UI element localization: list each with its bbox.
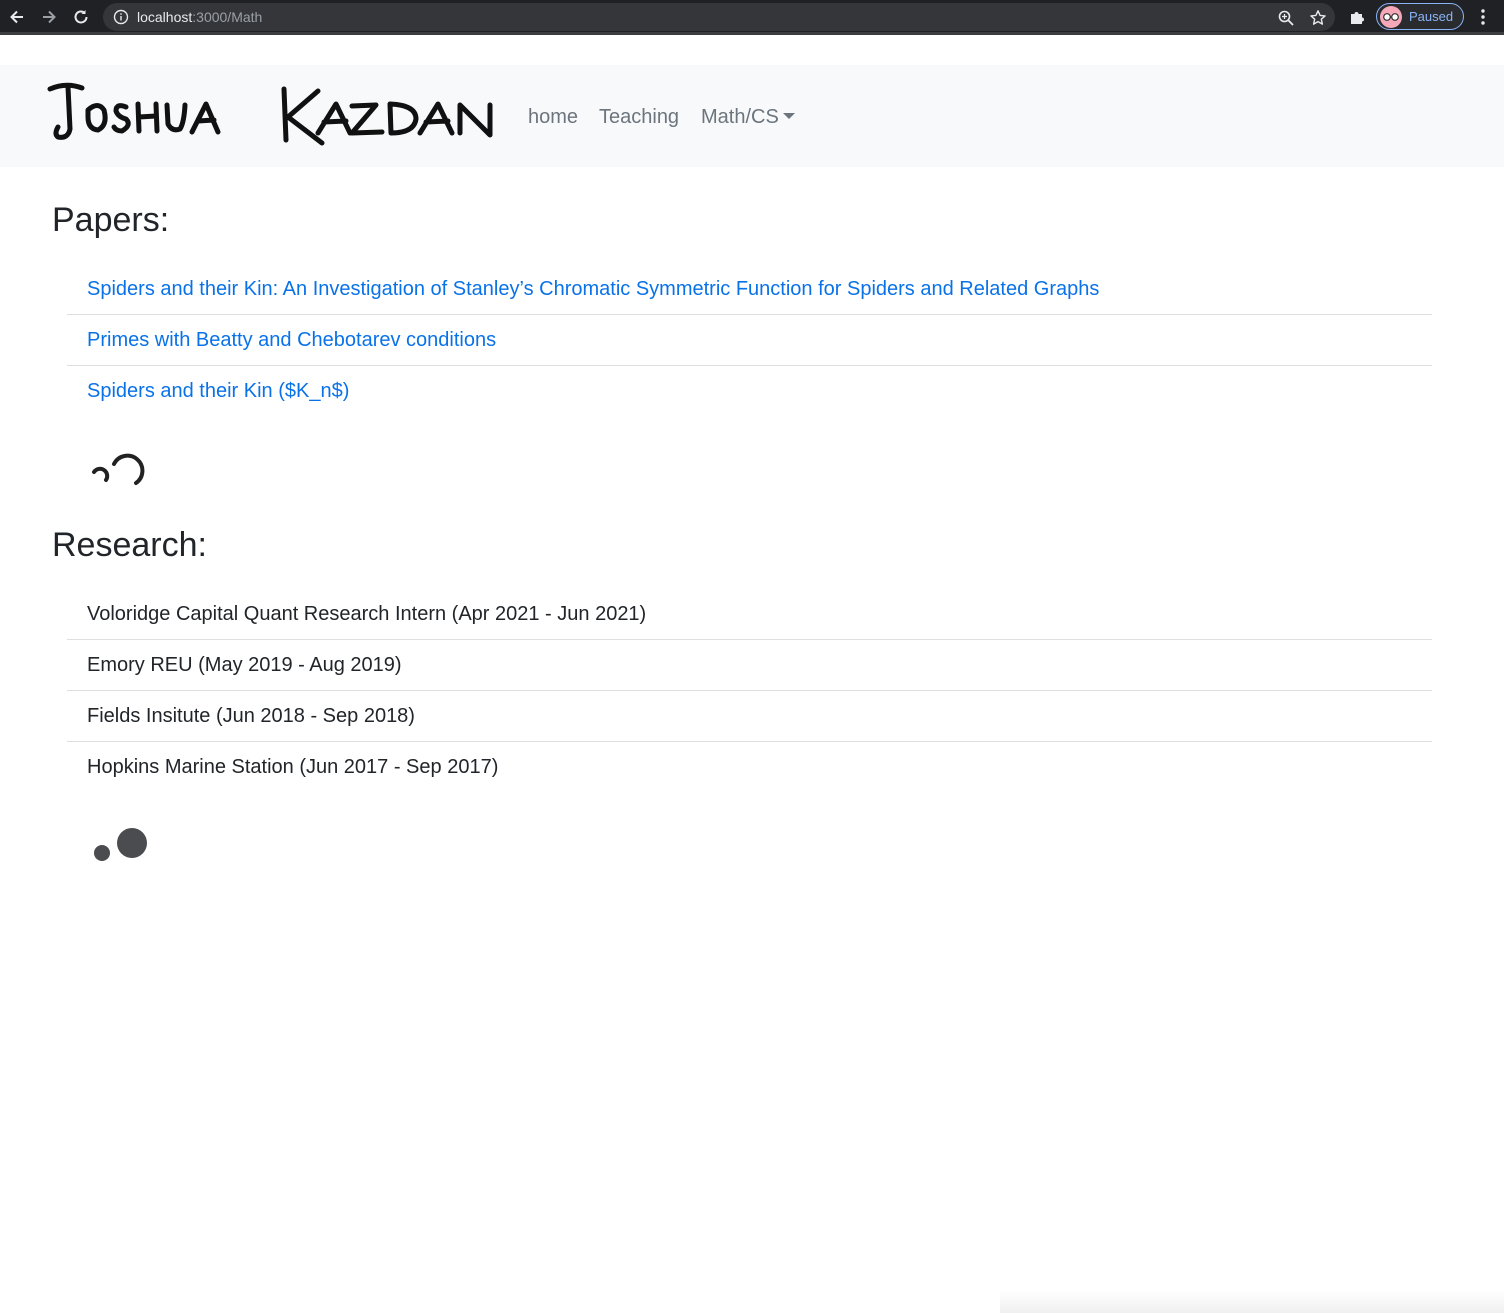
page-shadow — [1000, 1290, 1504, 1313]
list-item: Voloridge Capital Quant Research Intern … — [67, 589, 1432, 640]
menu-icon[interactable] — [1474, 6, 1492, 28]
nav-math-cs-label: Math/CS — [701, 106, 779, 128]
browser-toolbar: localhost:3000/Math Paused — [0, 0, 1504, 35]
extensions-icon[interactable] — [1344, 4, 1370, 30]
papers-heading: Papers: — [52, 201, 170, 239]
nav-home[interactable]: home — [528, 105, 578, 129]
url-path: :3000/Math — [192, 9, 263, 25]
list-item: Hopkins Marine Station (Jun 2017 - Sep 2… — [67, 742, 1432, 793]
loading-spinner-icon — [88, 445, 158, 498]
address-bar[interactable]: localhost:3000/Math — [103, 3, 1335, 31]
research-entry: Hopkins Marine Station (Jun 2017 - Sep 2… — [87, 756, 499, 778]
profile-button[interactable]: Paused — [1376, 3, 1464, 30]
papers-list: Spiders and their Kin: An Investigation … — [67, 264, 1432, 417]
research-heading: Research: — [52, 526, 207, 564]
paper-link[interactable]: Spiders and their Kin ($K_n$) — [87, 380, 349, 403]
brand-logo[interactable] — [46, 77, 498, 157]
list-item: Fields Insitute (Jun 2018 - Sep 2018) — [67, 691, 1432, 742]
url-text[interactable]: localhost:3000/Math — [137, 9, 262, 25]
site-navbar: home Teaching Math/CS — [0, 65, 1504, 167]
back-icon[interactable] — [4, 4, 30, 30]
nav-math-cs-dropdown[interactable]: Math/CS — [701, 105, 795, 129]
loading-dots-icon — [92, 826, 152, 869]
list-item: Emory REU (May 2019 - Aug 2019) — [67, 640, 1432, 691]
avatar — [1380, 6, 1402, 28]
reload-icon[interactable] — [68, 4, 94, 30]
forward-icon[interactable] — [36, 4, 62, 30]
research-list: Voloridge Capital Quant Research Intern … — [67, 589, 1432, 793]
research-entry: Emory REU (May 2019 - Aug 2019) — [87, 653, 402, 676]
list-item: Spiders and their Kin ($K_n$) — [67, 366, 1432, 417]
info-icon[interactable] — [113, 9, 129, 25]
paper-link[interactable]: Primes with Beatty and Chebotarev condit… — [87, 329, 496, 352]
star-icon[interactable] — [1309, 9, 1327, 27]
paper-link[interactable]: Spiders and their Kin: An Investigation … — [87, 278, 1099, 301]
zoom-icon[interactable] — [1277, 9, 1295, 27]
list-item: Spiders and their Kin: An Investigation … — [67, 264, 1432, 315]
nav-teaching[interactable]: Teaching — [599, 105, 679, 129]
chevron-down-icon — [782, 113, 795, 119]
research-entry: Voloridge Capital Quant Research Intern … — [87, 602, 647, 625]
profile-status: Paused — [1409, 9, 1454, 24]
url-host: localhost — [137, 9, 193, 25]
list-item: Primes with Beatty and Chebotarev condit… — [67, 315, 1432, 366]
research-entry: Fields Insitute (Jun 2018 - Sep 2018) — [87, 704, 415, 727]
